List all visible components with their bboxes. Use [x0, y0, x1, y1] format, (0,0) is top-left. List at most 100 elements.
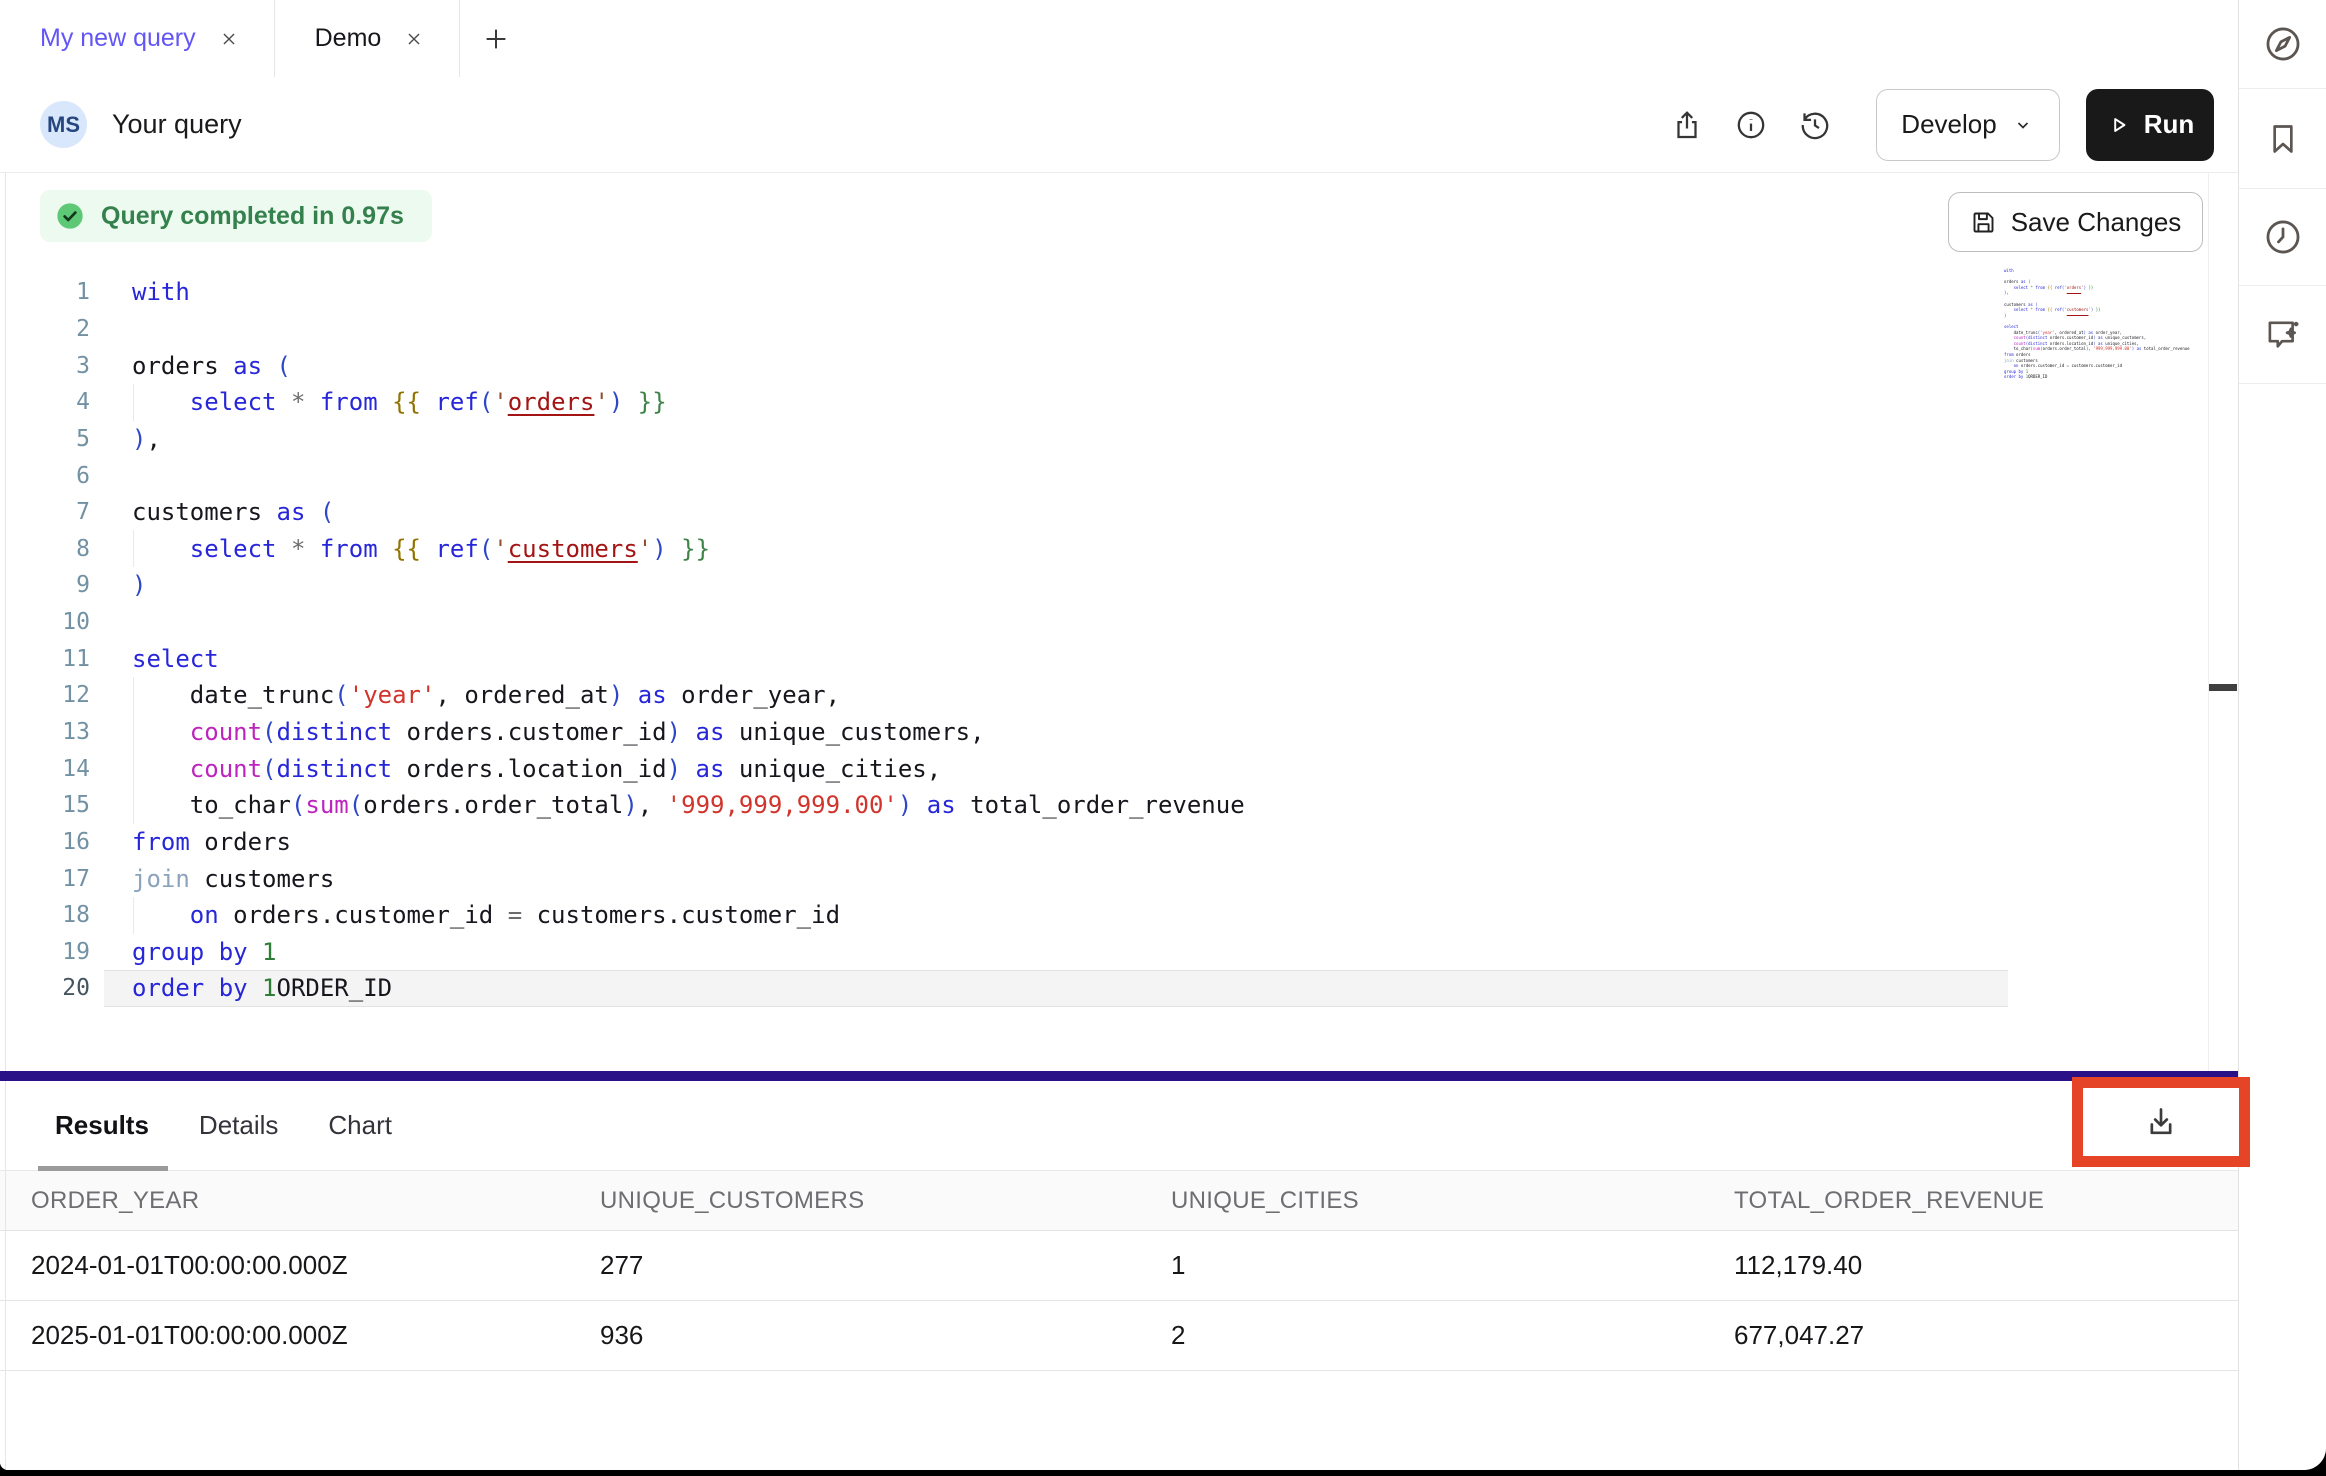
save-icon: [1970, 209, 1997, 236]
column-header: TOTAL_ORDER_REVENUE: [1703, 1187, 2238, 1215]
code-text: to_char(sum(orders.order_total), '999,99…: [132, 791, 1245, 819]
editor-minimap[interactable]: with orders as ( select * from {{ ref('o…: [2004, 268, 2204, 408]
editor-scrollbar-track[interactable]: [2208, 172, 2209, 1071]
code-text: select * from {{ ref('customers') }}: [132, 535, 710, 563]
code-line[interactable]: 14 count(distinct orders.location_id) as…: [0, 750, 2238, 787]
code-line[interactable]: 3orders as (: [0, 347, 2238, 384]
table-cell: 2025-01-01T00:00:00.000Z: [0, 1320, 569, 1351]
code-text: on orders.customer_id = customers.custom…: [132, 901, 840, 929]
tab-my-new-query[interactable]: My new query: [0, 0, 275, 77]
annotation-highlight-box: [2072, 1077, 2250, 1167]
tab-details[interactable]: Details: [199, 1110, 278, 1141]
editor-scrollbar-marker: [2209, 684, 2237, 691]
develop-dropdown[interactable]: Develop: [1876, 89, 2060, 161]
table-cell: 677,047.27: [1703, 1320, 2238, 1351]
sql-editor[interactable]: 1with23orders as (4 select * from {{ ref…: [0, 172, 2238, 1071]
explore-button[interactable]: [2239, 0, 2326, 89]
code-text: date_trunc('year', ordered_at) as order_…: [132, 681, 840, 709]
line-number: 8: [0, 536, 90, 562]
history-button[interactable]: [1790, 100, 1840, 150]
close-icon[interactable]: [218, 28, 240, 50]
table-cell: 936: [569, 1320, 1140, 1351]
chevron-down-icon: [2011, 113, 2035, 137]
line-number: 18: [0, 902, 90, 928]
avatar: MS: [40, 101, 87, 148]
code-text: from orders: [132, 828, 291, 856]
ai-assistant-button[interactable]: [2239, 286, 2326, 384]
history-panel-button[interactable]: [2239, 189, 2326, 286]
run-button[interactable]: Run: [2086, 89, 2214, 161]
code-text: order by 1ORDER_ID: [132, 974, 392, 1002]
table-row: 2025-01-01T00:00:00.000Z9362677,047.27: [0, 1301, 2238, 1371]
develop-label: Develop: [1901, 109, 1996, 140]
code-text: with: [132, 278, 190, 306]
status-badge: Query completed in 0.97s: [40, 190, 432, 242]
compass-icon: [2262, 23, 2304, 65]
table-cell: 277: [569, 1250, 1140, 1281]
code-line[interactable]: 9): [0, 567, 2238, 604]
code-text: select: [132, 645, 219, 673]
line-number: 20: [0, 975, 90, 1001]
code-line[interactable]: 5),: [0, 421, 2238, 458]
tab-chart[interactable]: Chart: [328, 1110, 392, 1141]
table-cell: 1: [1140, 1250, 1703, 1281]
code-line[interactable]: 20 order by 1ORDER_ID: [0, 970, 2238, 1007]
table-cell: 2: [1140, 1320, 1703, 1351]
tab-demo[interactable]: Demo: [275, 0, 461, 77]
table-cell: 112,179.40: [1703, 1250, 2238, 1281]
minimap-line: to_char(sum(orders.order_total), '999,99…: [2004, 346, 2204, 352]
code-line[interactable]: 12 date_trunc('year', ordered_at) as ord…: [0, 677, 2238, 714]
code-text: ),: [132, 425, 161, 453]
info-icon: [1734, 108, 1768, 142]
code-line[interactable]: 15 to_char(sum(orders.order_total), '999…: [0, 787, 2238, 824]
panel-resize-handle[interactable]: [0, 1071, 2238, 1081]
results-table-header: ORDER_YEARUNIQUE_CUSTOMERSUNIQUE_CITIEST…: [0, 1171, 2238, 1231]
check-circle-icon: [54, 200, 86, 232]
line-number: 9: [0, 572, 90, 598]
close-icon[interactable]: [403, 28, 425, 50]
line-number: 13: [0, 719, 90, 745]
code-line[interactable]: 16 from orders: [0, 824, 2238, 861]
status-message: Query completed in 0.97s: [101, 202, 404, 231]
code-line[interactable]: 18 on orders.customer_id = customers.cus…: [0, 897, 2238, 934]
tab-label: Demo: [315, 24, 382, 53]
app-window: My new query Demo MS Your query Develop: [0, 0, 2326, 1470]
tab-results[interactable]: Results: [55, 1110, 149, 1141]
line-number: 7: [0, 499, 90, 525]
new-tab-button[interactable]: [460, 0, 532, 77]
code-line[interactable]: 19group by 1: [0, 934, 2238, 971]
code-line[interactable]: 1with: [0, 274, 2238, 311]
code-line[interactable]: 6: [0, 457, 2238, 494]
chat-sparkle-icon: [2262, 314, 2304, 356]
minimap-line: order by 1ORDER_ID: [2004, 374, 2204, 380]
code-text: join customers: [132, 865, 334, 893]
code-line[interactable]: 13 count(distinct orders.customer_id) as…: [0, 714, 2238, 751]
column-header: UNIQUE_CUSTOMERS: [569, 1187, 1140, 1215]
code-line[interactable]: 17join customers: [0, 860, 2238, 897]
code-line[interactable]: 2: [0, 311, 2238, 348]
code-line[interactable]: 10: [0, 604, 2238, 641]
info-button[interactable]: [1726, 100, 1776, 150]
tab-bar: My new query Demo: [0, 0, 2238, 78]
line-number: 12: [0, 682, 90, 708]
share-icon: [1670, 108, 1704, 142]
line-number: 14: [0, 756, 90, 782]
code-line[interactable]: 8 select * from {{ ref('customers') }}: [0, 530, 2238, 567]
code-line[interactable]: 7customers as (: [0, 494, 2238, 531]
line-number: 6: [0, 463, 90, 489]
download-results-button[interactable]: [2083, 1088, 2239, 1156]
save-changes-button[interactable]: Save Changes: [1948, 192, 2203, 252]
plus-icon: [481, 24, 511, 54]
share-button[interactable]: [1662, 100, 1712, 150]
table-row: 2024-01-01T00:00:00.000Z2771112,179.40: [0, 1231, 2238, 1301]
bookmarks-button[interactable]: [2239, 89, 2326, 189]
results-panel: Results Details Chart ORDER_YEARUNIQUE_C…: [0, 1081, 2238, 1470]
line-number: 3: [0, 353, 90, 379]
bookmark-icon: [2263, 119, 2303, 159]
code-line[interactable]: 11select: [0, 640, 2238, 677]
code-line[interactable]: 4 select * from {{ ref('orders') }}: [0, 384, 2238, 421]
column-header: ORDER_YEAR: [0, 1187, 569, 1215]
code-text: group by 1: [132, 938, 277, 966]
line-number: 16: [0, 829, 90, 855]
history-icon: [1798, 108, 1832, 142]
